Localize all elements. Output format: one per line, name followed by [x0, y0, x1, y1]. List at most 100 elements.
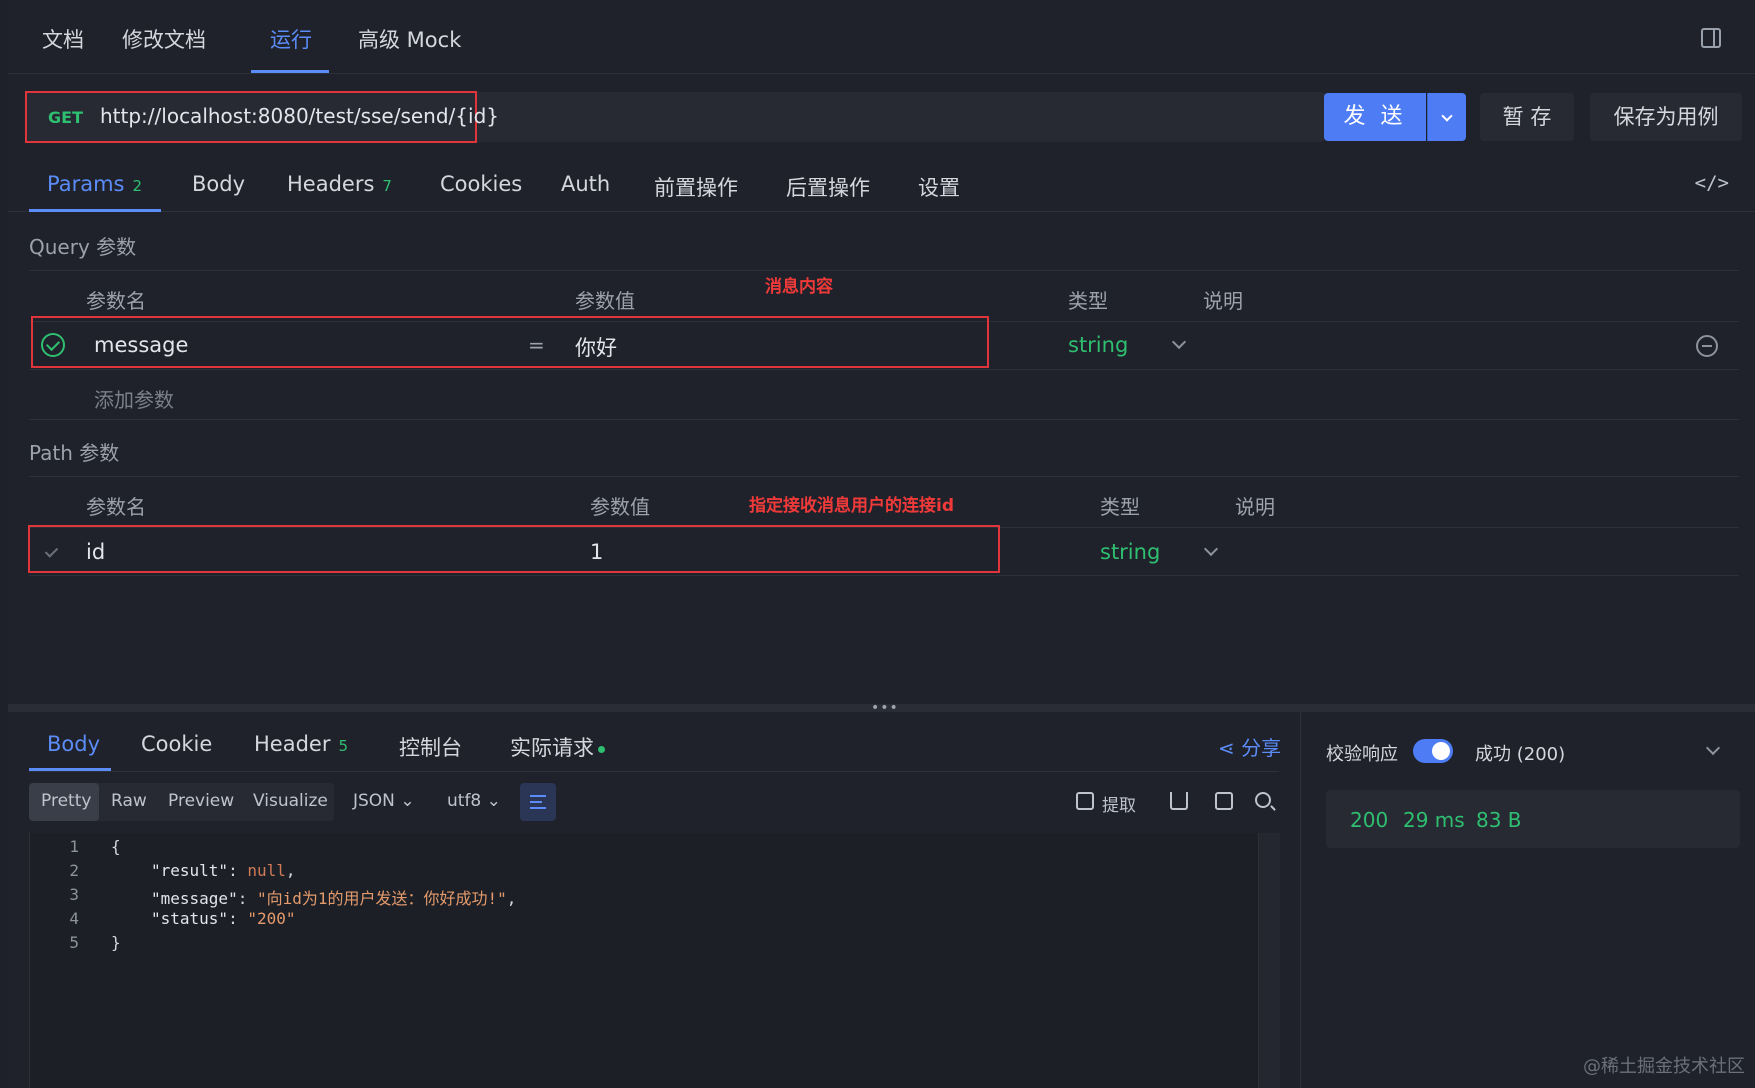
row-divider	[29, 575, 1739, 576]
chevron-down-icon: ⌄	[400, 791, 415, 811]
share-icon: ⋖	[1218, 736, 1242, 760]
share-label: 分享	[1241, 736, 1282, 760]
status-code: 200	[1350, 808, 1389, 832]
code-scrollbar[interactable]	[1258, 833, 1280, 1088]
tab-cookies[interactable]: Cookies	[440, 172, 522, 196]
view-pretty[interactable]: Pretty	[41, 791, 91, 811]
active-tab-indicator	[251, 70, 329, 73]
resp-header-count-badge: 5	[338, 737, 349, 755]
line-number: 2	[69, 861, 79, 880]
wrap-line-icon	[530, 801, 542, 803]
tab-params[interactable]: Params 2	[47, 172, 142, 196]
resp-tab-divider	[29, 771, 1279, 772]
encoding-value: utf8	[447, 791, 482, 811]
add-param-placeholder[interactable]: 添加参数	[94, 384, 174, 413]
query-col-name: 参数名	[86, 289, 146, 313]
path-param-name: id	[86, 540, 106, 564]
path-col-type: 类型	[1100, 495, 1140, 519]
chevron-down-icon[interactable]	[1203, 541, 1219, 557]
code-text: "result": null,	[151, 861, 296, 880]
resp-tab-cookie[interactable]: Cookie	[141, 732, 212, 756]
request-tab-bar	[8, 160, 1755, 212]
panel-layout-icon[interactable]	[1701, 28, 1721, 48]
code-text: }	[111, 933, 121, 952]
tab-post-operations[interactable]: 后置操作	[786, 172, 870, 202]
watermark-text: @稀土掘金技术社区	[1583, 1056, 1745, 1077]
code-snippet-icon[interactable]: </>	[1695, 172, 1729, 194]
line-number: 4	[69, 909, 79, 928]
verify-response-label: 校验响应	[1326, 744, 1398, 765]
tab-pre-operations[interactable]: 前置操作	[654, 172, 738, 202]
path-param-type[interactable]: string	[1100, 540, 1160, 564]
wrap-line-icon	[530, 795, 546, 797]
remove-param-icon[interactable]	[1696, 335, 1718, 357]
row-divider	[29, 419, 1739, 420]
line-number: 3	[69, 885, 79, 904]
param-enabled-check-icon[interactable]	[41, 333, 65, 357]
chevron-down-icon: ⌄	[486, 791, 501, 811]
success-status-label[interactable]: 成功 (200)	[1475, 740, 1565, 766]
response-size: 83 B	[1476, 808, 1522, 832]
extract-icon[interactable]	[1076, 792, 1094, 810]
encoding-select[interactable]: utf8 ⌄	[447, 791, 501, 811]
response-summary-panel	[1300, 712, 1755, 1088]
tab-headers-label: Headers	[287, 172, 375, 196]
wrap-lines-button[interactable]	[520, 783, 556, 821]
share-button[interactable]: ⋖ 分享	[1218, 732, 1281, 761]
chevron-down-icon[interactable]	[1171, 334, 1187, 350]
query-col-type: 类型	[1068, 289, 1108, 313]
tab-settings[interactable]: 设置	[918, 172, 960, 202]
verify-response-toggle[interactable]	[1413, 739, 1453, 763]
wrap-line-icon	[530, 807, 546, 809]
view-preview[interactable]: Preview	[168, 791, 234, 811]
line-number: 5	[69, 933, 79, 952]
download-icon[interactable]	[1170, 792, 1188, 810]
params-count-badge: 2	[132, 177, 143, 195]
tab-edit-docs[interactable]: 修改文档	[122, 24, 206, 54]
response-time: 29 ms	[1403, 808, 1465, 832]
resp-tab-actual-request[interactable]: 实际请求	[510, 732, 605, 762]
code-text: {	[111, 837, 121, 856]
tab-body[interactable]: Body	[192, 172, 245, 196]
path-annotation: 指定接收消息用户的连接id	[749, 496, 954, 516]
row-divider	[29, 369, 1739, 370]
format-select[interactable]: JSON ⌄	[353, 791, 415, 811]
path-col-name: 参数名	[86, 495, 146, 519]
resp-tab-header[interactable]: Header 5	[254, 732, 348, 756]
save-as-case-button[interactable]: 保存为用例	[1590, 93, 1742, 141]
http-method[interactable]: GET	[48, 108, 83, 127]
query-param-value[interactable]: 你好	[575, 332, 617, 362]
copy-icon[interactable]	[1215, 792, 1233, 810]
code-text: "status": "200"	[151, 909, 296, 928]
query-param-type[interactable]: string	[1068, 333, 1128, 357]
line-number: 1	[69, 837, 79, 856]
query-table-header	[29, 270, 1739, 322]
json-value: "200"	[247, 909, 296, 928]
send-dropdown-button[interactable]	[1427, 93, 1466, 141]
resp-tab-console[interactable]: 控制台	[399, 732, 462, 762]
tab-advanced-mock[interactable]: 高级 Mock	[358, 24, 461, 54]
tab-headers[interactable]: Headers 7	[287, 172, 392, 196]
extract-button[interactable]: 提取	[1102, 791, 1136, 816]
resp-tab-header-label: Header	[254, 732, 331, 756]
query-section-title: Query 参数	[29, 235, 137, 259]
query-param-name[interactable]: message	[94, 333, 188, 357]
query-col-value: 参数值	[575, 289, 635, 313]
tab-docs[interactable]: 文档	[42, 24, 84, 54]
view-raw[interactable]: Raw	[111, 791, 147, 811]
search-icon[interactable]	[1255, 792, 1271, 808]
tab-run[interactable]: 运行	[270, 24, 312, 54]
json-key: "status"	[151, 909, 229, 928]
json-value: null	[247, 861, 286, 880]
resp-tab-body[interactable]: Body	[47, 732, 100, 756]
resp-tab-actual-label: 实际请求	[510, 736, 594, 760]
path-col-value: 参数值	[590, 495, 650, 519]
url-input[interactable]: http://localhost:8080/test/sse/send/{id}	[100, 104, 499, 128]
tab-auth[interactable]: Auth	[561, 172, 610, 196]
view-visualize[interactable]: Visualize	[253, 791, 328, 811]
stash-button[interactable]: 暂 存	[1480, 93, 1574, 141]
query-col-desc: 说明	[1203, 289, 1243, 313]
equals-sign: =	[528, 333, 545, 357]
send-button[interactable]: 发 送	[1324, 93, 1426, 141]
path-param-value[interactable]: 1	[590, 540, 603, 564]
